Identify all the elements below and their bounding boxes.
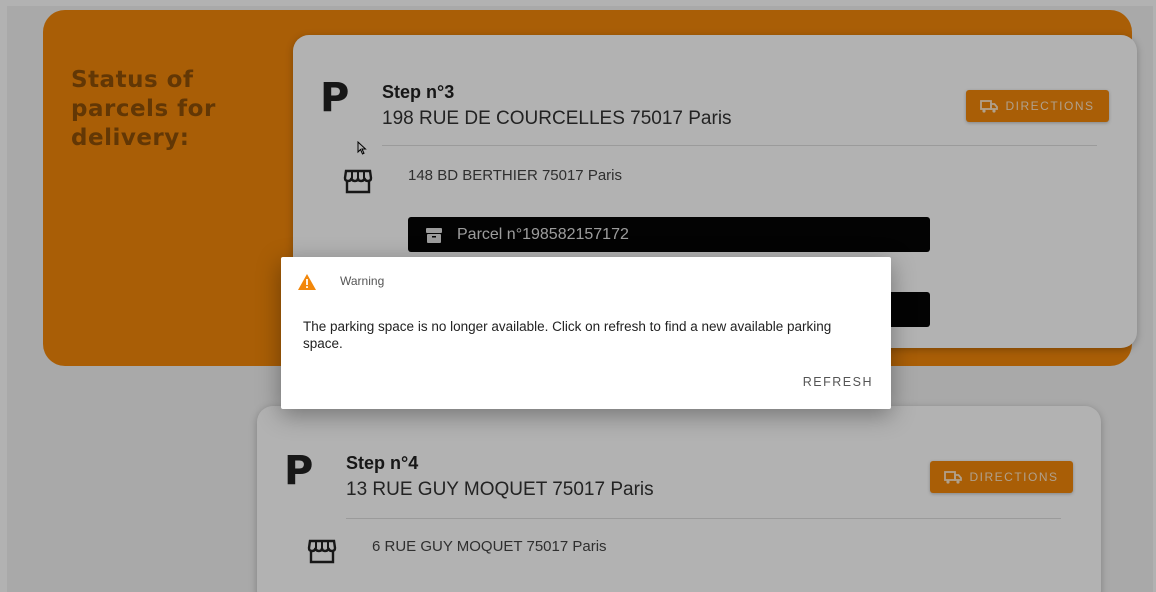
warning-icon <box>298 274 316 290</box>
warning-dialog: Warning The parking space is no longer a… <box>281 257 891 409</box>
dialog-message: The parking space is no longer available… <box>303 319 832 351</box>
dialog-title: Warning <box>340 274 385 288</box>
refresh-button[interactable]: REFRESH <box>803 375 873 389</box>
